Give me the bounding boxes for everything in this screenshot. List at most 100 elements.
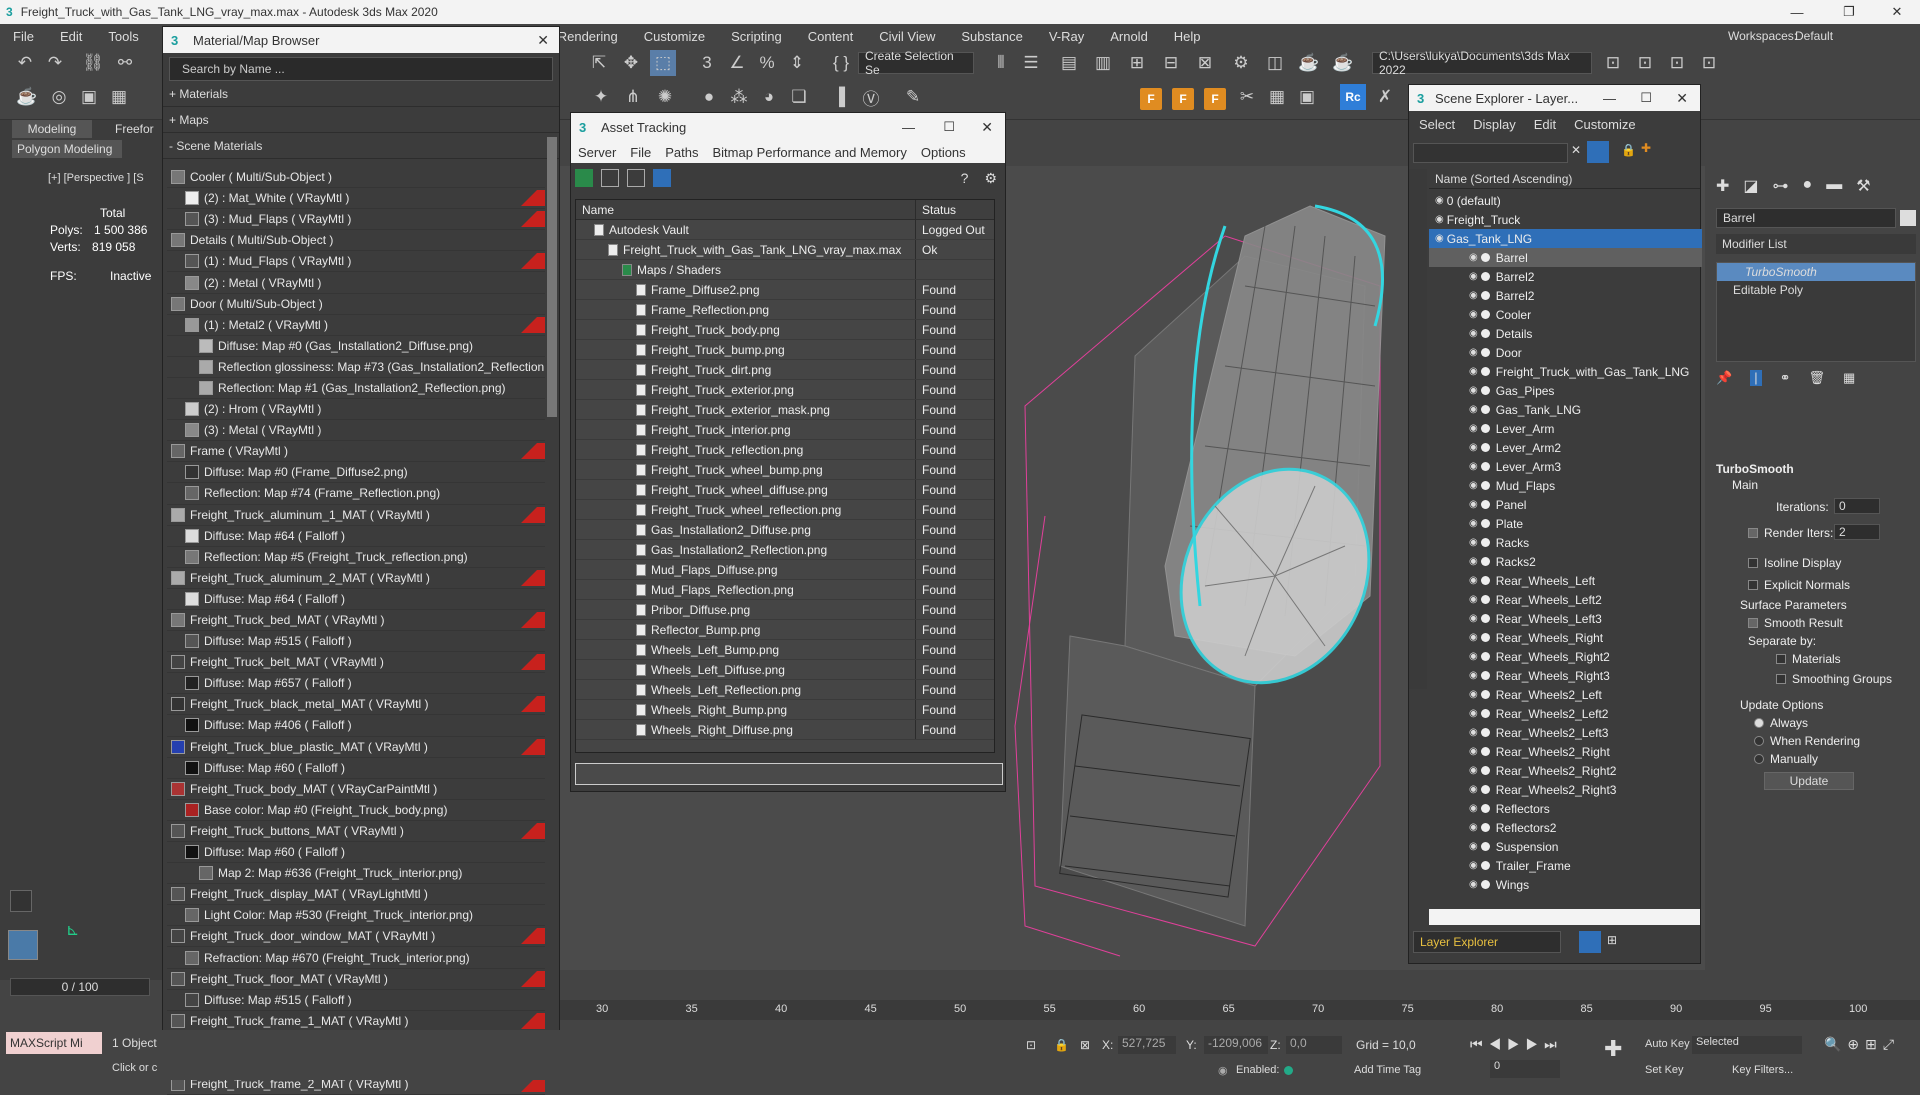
create-light-icon[interactable]: ✺	[652, 84, 678, 110]
asset-row[interactable]: Freight_Truck_wheel_diffuse.png Found	[576, 480, 994, 500]
link-icon[interactable]: ⛓	[80, 50, 106, 76]
asset-row[interactable]: Wheels_Left_Bump.png Found	[576, 640, 994, 660]
eye-icon[interactable]: ◉	[1469, 822, 1478, 833]
asset-row[interactable]: Freight_Truck_reflection.png Found	[576, 440, 994, 460]
render-icon[interactable]	[1480, 785, 1490, 794]
material-row[interactable]: Cooler ( Multi/Sub-Object )	[167, 167, 545, 189]
render-icon[interactable]	[1480, 443, 1490, 452]
close-icon[interactable]: ✕	[537, 32, 549, 49]
menu-server[interactable]: Server	[571, 145, 623, 160]
eye-icon[interactable]: ◉	[1469, 271, 1478, 282]
layer-row[interactable]: ◉ Freight_Truck	[1429, 210, 1702, 229]
absolute-mode-icon[interactable]: ⊠	[1080, 1038, 1090, 1052]
menu-tools[interactable]: Tools	[95, 29, 151, 44]
object-row[interactable]: ◉ Rear_Wheels_Right	[1429, 628, 1702, 647]
eye-icon[interactable]: ◉	[1469, 879, 1478, 890]
render-icon[interactable]: ▦	[106, 84, 132, 110]
render-icon[interactable]	[1480, 386, 1490, 395]
render-icon[interactable]	[1480, 652, 1490, 661]
restore-icon[interactable]: ❐	[1826, 0, 1872, 24]
material-row[interactable]: Details ( Multi/Sub-Object )	[167, 230, 545, 252]
project4-icon[interactable]: ⊡	[1696, 50, 1722, 76]
eye-icon[interactable]: ◉	[1435, 233, 1444, 244]
object-row[interactable]: ◉ Freight_Truck_with_Gas_Tank_LNG	[1429, 362, 1702, 381]
asset-row[interactable]: Freight_Truck_body.png Found	[576, 320, 994, 340]
object-row[interactable]: ◉ Trailer_Frame	[1429, 856, 1702, 875]
list-view-icon[interactable]	[601, 169, 619, 187]
render-icon[interactable]	[1480, 709, 1490, 718]
eye-icon[interactable]: ◉	[1469, 537, 1478, 548]
timeline-ruler[interactable]: 30 35 40 45 50 55 60 65 70 75 80 85 90 95 100	[560, 1000, 1920, 1020]
asset-row[interactable]: Gas_Installation2_Reflection.png Found	[576, 540, 994, 560]
schematic-icon[interactable]: ⊟	[1158, 50, 1184, 76]
eye-icon[interactable]: ◉	[1469, 841, 1478, 852]
percent-snap-icon[interactable]: %	[754, 50, 780, 76]
render-frame-icon[interactable]: ▣	[76, 84, 102, 110]
asset-row[interactable]: Autodesk Vault Logged Out	[576, 220, 994, 240]
render-icon[interactable]	[1480, 481, 1490, 490]
material-row[interactable]: (1) : Mud_Flaps ( VRayMtl )	[167, 251, 545, 273]
asset-row[interactable]: Mud_Flaps_Reflection.png Found	[576, 580, 994, 600]
material-row[interactable]: Reflection: Map #1 (Gas_Installation2_Re…	[167, 378, 545, 400]
render-frame2-icon[interactable]: ◫	[1262, 50, 1288, 76]
smoothing-groups-checkbox[interactable]	[1776, 674, 1786, 684]
object-row[interactable]: ◉ Door	[1429, 343, 1702, 362]
explicit-normals-checkbox[interactable]	[1748, 580, 1758, 590]
create-geometry-icon[interactable]: ✦	[588, 84, 614, 110]
menu-content[interactable]: Content	[795, 29, 867, 44]
material-row[interactable]: Frame ( VRayMtl )	[167, 441, 545, 463]
asset-row[interactable]: Wheels_Left_Diffuse.png Found	[576, 660, 994, 680]
asset-row[interactable]: Reflector_Bump.png Found	[576, 620, 994, 640]
material-editor-icon[interactable]: ⊠	[1192, 50, 1218, 76]
eye-icon[interactable]: ◉	[1469, 252, 1478, 263]
make-unique-icon[interactable]: ⚭	[1780, 370, 1791, 386]
undo-icon[interactable]: ↶	[12, 50, 38, 76]
object-row[interactable]: ◉ Rear_Wheels2_Left3	[1429, 723, 1702, 742]
eye-icon[interactable]: ◉	[1469, 689, 1478, 700]
configure-sets-icon[interactable]: ▦	[1843, 370, 1855, 386]
isolate-icon[interactable]: ⊡	[1026, 1038, 1036, 1052]
snap-icon[interactable]: 3	[694, 50, 720, 76]
eye-icon[interactable]: ◉	[1469, 803, 1478, 814]
render-icon[interactable]	[1480, 595, 1490, 604]
frame-field[interactable]: 0	[1490, 1060, 1560, 1078]
material-search-input[interactable]: Search by Name ...	[169, 57, 553, 81]
maxscript-listener[interactable]: MAXScript Mi	[6, 1032, 102, 1054]
render-icon[interactable]	[1480, 405, 1490, 414]
eye-icon[interactable]: ◉	[1469, 366, 1478, 377]
object-row[interactable]: ◉ Gas_Pipes	[1429, 381, 1702, 400]
render-icon[interactable]	[1480, 690, 1490, 699]
eye-icon[interactable]: ◉	[1469, 518, 1478, 529]
asset-row[interactable]: Freight_Truck_wheel_bump.png Found	[576, 460, 994, 480]
object-row[interactable]: ◉ Rear_Wheels_Left	[1429, 571, 1702, 590]
asset-row[interactable]: Wheels_Left_Reflection.png Found	[576, 680, 994, 700]
asset-row[interactable]: Wheels_Right_Bump.png Found	[576, 700, 994, 720]
asset-row[interactable]: Mud_Flaps_Diffuse.png Found	[576, 560, 994, 580]
menu-civil-view[interactable]: Civil View	[866, 29, 948, 44]
column-status[interactable]: Status	[916, 200, 992, 219]
materials-checkbox[interactable]	[1776, 654, 1786, 664]
render-icon[interactable]	[1480, 614, 1490, 623]
material-row[interactable]: Door ( Multi/Sub-Object )	[167, 294, 545, 315]
object-row[interactable]: ◉ Wings	[1429, 875, 1702, 894]
unlink-icon[interactable]: ⚯	[112, 50, 138, 76]
asset-row[interactable]: Freight_Truck_with_Gas_Tank_LNG_vray_max…	[576, 240, 994, 260]
object-row[interactable]: ◉ Rear_Wheels2_Right	[1429, 742, 1702, 761]
object-row[interactable]: ◉ Racks	[1429, 533, 1702, 552]
close-icon[interactable]: ✕	[981, 119, 993, 136]
menu-customize[interactable]: Customize	[1574, 117, 1635, 132]
brush-icon[interactable]: ✎	[900, 84, 926, 110]
spinner-snap-icon[interactable]: ⇕	[784, 50, 810, 76]
object-row[interactable]: ◉ Rear_Wheels_Right3	[1429, 666, 1702, 685]
viewport-nav-icon[interactable]: 🔍⊕⊞⤢	[1824, 1036, 1900, 1053]
object-row[interactable]: ◉ Rear_Wheels2_Right2	[1429, 761, 1702, 780]
material-row[interactable]: Reflection: Map #5 (Freight_Truck_reflec…	[167, 547, 545, 568]
material-row[interactable]: Map 2: Map #636 (Freight_Truck_interior.…	[167, 863, 545, 885]
material-row[interactable]: Refraction: Map #670 (Freight_Truck_inte…	[167, 947, 545, 969]
close-icon[interactable]: ✕	[1676, 90, 1688, 107]
render-production-icon[interactable]: ☕	[1296, 50, 1322, 76]
render-icon[interactable]	[1480, 329, 1490, 338]
menu-customize[interactable]: Customize	[631, 29, 718, 44]
ribbon-icon[interactable]: ▥	[1090, 50, 1116, 76]
object-row[interactable]: ◉ Details	[1429, 324, 1702, 343]
